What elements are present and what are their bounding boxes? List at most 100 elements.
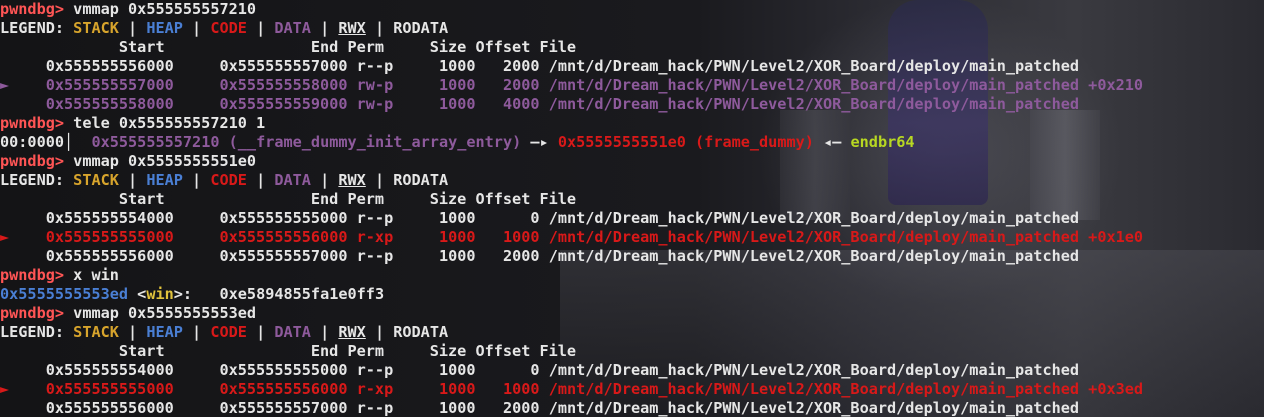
map-perm: r--p bbox=[356, 247, 394, 265]
map-size: 1000 bbox=[438, 228, 476, 246]
xwin-sym-open: < bbox=[137, 285, 147, 303]
map-size: 1000 bbox=[438, 209, 476, 227]
current-marker bbox=[0, 209, 9, 227]
legend-sep: | bbox=[365, 19, 394, 37]
vmmap-header: Start End Perm Size Offset File bbox=[0, 190, 1143, 209]
current-marker: ► bbox=[0, 76, 10, 94]
current-marker bbox=[0, 399, 9, 417]
legend-stack: STACK bbox=[73, 19, 119, 37]
map-offset: 1000 bbox=[502, 228, 540, 246]
legend-sep: | bbox=[310, 171, 339, 189]
legend-code: CODE bbox=[210, 19, 247, 37]
vmmap-row: ► 0x555555555000 0x555555556000 r-xp 100… bbox=[0, 228, 1143, 247]
command-text: x win bbox=[73, 266, 119, 284]
vmmap-row: 0x555555554000 0x555555555000 r--p 1000 … bbox=[0, 361, 1143, 380]
legend-rwx: RWX bbox=[338, 171, 366, 189]
map-end: 0x555555558000 bbox=[219, 76, 348, 94]
legend-sep: | bbox=[246, 323, 275, 341]
legend-rodata: RODATA bbox=[393, 19, 449, 37]
map-start: 0x555555556000 bbox=[45, 57, 174, 75]
map-perm: rw-p bbox=[356, 95, 394, 113]
xwin-sym-close: >: bbox=[173, 285, 193, 303]
legend-line: LEGEND: STACK | HEAP | CODE | DATA | RWX… bbox=[0, 19, 1143, 38]
legend-stack: STACK bbox=[73, 171, 119, 189]
xwin-address: 0x5555555553ed bbox=[0, 285, 129, 303]
map-offset-suffix: +0x3ed bbox=[1079, 380, 1144, 398]
terminal-window[interactable]: pwndbg> vmmap 0x555555557210 LEGEND: STAC… bbox=[0, 0, 1264, 417]
map-offset: 2000 bbox=[502, 399, 540, 417]
map-perm: r-xp bbox=[356, 380, 394, 398]
legend-label: LEGEND: bbox=[0, 323, 65, 341]
vmmap-header: Start End Perm Size Offset File bbox=[0, 342, 1143, 361]
tele-address-symbol: (__frame_dummy_init_array_entry) bbox=[228, 133, 522, 151]
tele-address: 0x555555557210 bbox=[91, 133, 220, 151]
legend-line: LEGEND: STACK | HEAP | CODE | DATA | RWX… bbox=[0, 323, 1143, 342]
legend-sep: | bbox=[118, 323, 147, 341]
command-line: pwndbg> vmmap 0x5555555551e0 bbox=[0, 152, 1143, 171]
legend-data: DATA bbox=[274, 323, 311, 341]
map-file: /mnt/d/Dream_hack/PWN/Level2/XOR_Board/d… bbox=[548, 57, 1080, 75]
current-marker bbox=[0, 247, 9, 265]
vmmap-header: Start End Perm Size Offset File bbox=[0, 38, 1143, 57]
legend-code: CODE bbox=[210, 171, 247, 189]
map-file: /mnt/d/Dream_hack/PWN/Level2/XOR_Board/d… bbox=[548, 209, 1080, 227]
legend-code: CODE bbox=[210, 323, 247, 341]
map-offset: 4000 bbox=[502, 95, 540, 113]
map-perm: r--p bbox=[356, 399, 394, 417]
legend-data: DATA bbox=[274, 19, 311, 37]
prompt-label: pwndbg> bbox=[0, 0, 65, 18]
vmmap-header-text: Start End Perm Size Offset File bbox=[0, 190, 577, 208]
map-end: 0x555555559000 bbox=[219, 95, 348, 113]
map-start: 0x555555557000 bbox=[45, 76, 174, 94]
tele-instruction: endbr64 bbox=[850, 133, 915, 151]
map-size: 1000 bbox=[438, 361, 476, 379]
map-file: /mnt/d/Dream_hack/PWN/Level2/XOR_Board/d… bbox=[548, 228, 1080, 246]
map-offset: 0 bbox=[530, 361, 540, 379]
xwin-symbol: win bbox=[146, 285, 174, 303]
map-size: 1000 bbox=[438, 76, 476, 94]
map-end: 0x555555557000 bbox=[219, 247, 348, 265]
legend-sep: | bbox=[310, 323, 339, 341]
current-marker: ► bbox=[0, 380, 10, 398]
map-start: 0x555555554000 bbox=[45, 361, 174, 379]
map-end: 0x555555555000 bbox=[219, 361, 348, 379]
legend-line: LEGEND: STACK | HEAP | CODE | DATA | RWX… bbox=[0, 171, 1143, 190]
map-end: 0x555555556000 bbox=[219, 228, 348, 246]
tele-deref-arrow: ◂— bbox=[823, 133, 842, 151]
command-line: pwndbg> tele 0x555555557210 1 bbox=[0, 114, 1143, 133]
map-perm: r--p bbox=[356, 209, 394, 227]
tele-index: 00:0000 bbox=[0, 133, 65, 151]
map-start: 0x555555555000 bbox=[45, 380, 174, 398]
map-perm: r--p bbox=[356, 57, 394, 75]
legend-rodata: RODATA bbox=[393, 171, 449, 189]
